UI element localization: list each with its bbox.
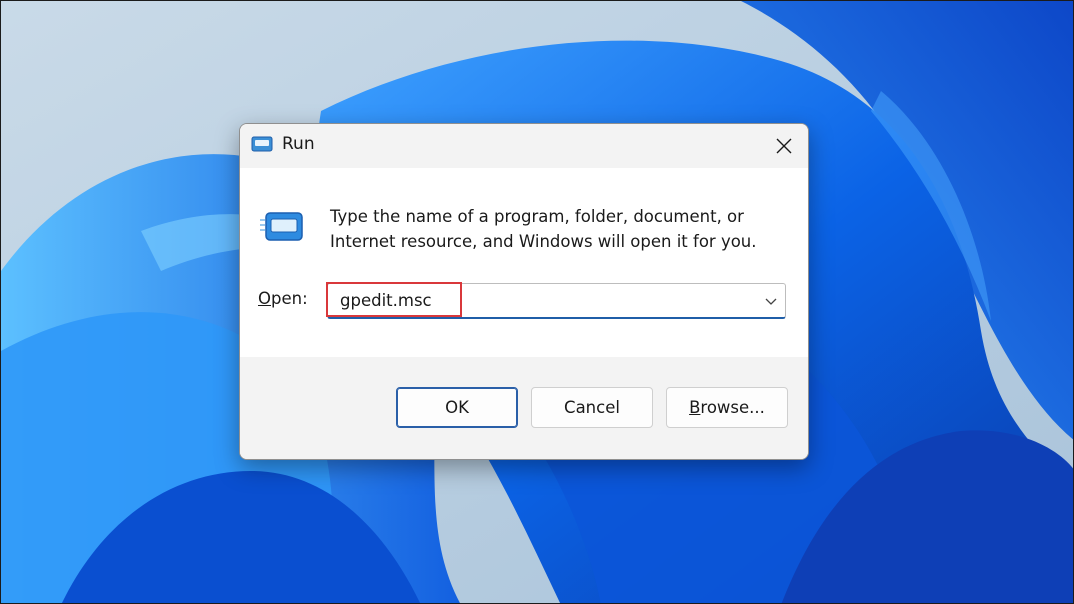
dialog-footer: OK Cancel Browse... — [240, 357, 808, 459]
highlight-box — [326, 282, 462, 317]
open-label-rest: pen: — [271, 289, 308, 308]
title-bar[interactable]: Run — [240, 124, 808, 168]
close-button[interactable] — [760, 124, 808, 168]
open-combobox[interactable]: gpedit.msc — [326, 282, 786, 319]
run-icon — [251, 136, 273, 152]
cancel-label: Cancel — [564, 398, 620, 417]
browse-accel: B — [689, 398, 701, 417]
dialog-content: Type the name of a program, folder, docu… — [240, 168, 808, 357]
cancel-button[interactable]: Cancel — [531, 387, 653, 428]
run-program-icon — [260, 212, 303, 241]
open-label: Open: — [258, 289, 308, 308]
run-dialog: Run Type the name of a program, folder, … — [239, 123, 809, 460]
close-icon — [776, 138, 792, 154]
ok-label: OK — [445, 398, 469, 417]
chevron-down-icon[interactable] — [763, 294, 779, 308]
window-title: Run — [282, 134, 315, 154]
dialog-description: Type the name of a program, folder, docu… — [330, 207, 757, 251]
browse-label-rest: rowse... — [700, 398, 765, 417]
ok-button[interactable]: OK — [396, 387, 518, 428]
open-label-accel: O — [258, 289, 271, 308]
browse-button[interactable]: Browse... — [666, 387, 788, 428]
